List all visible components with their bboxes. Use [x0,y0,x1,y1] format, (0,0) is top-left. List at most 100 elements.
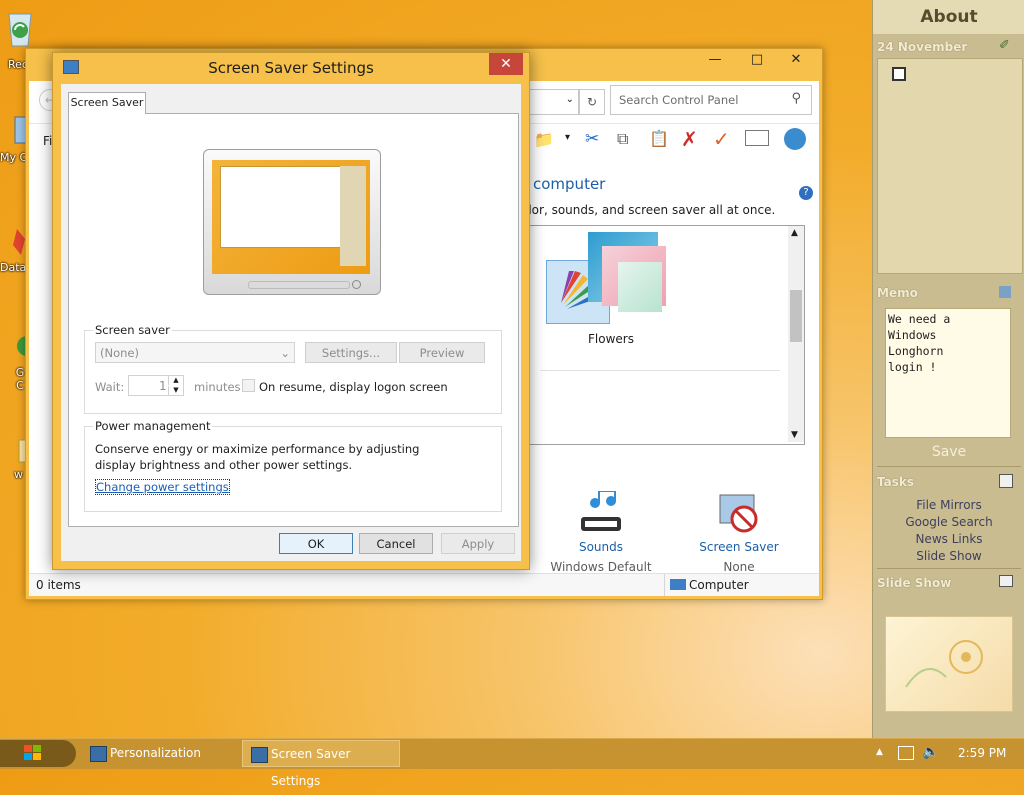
computer-icon [670,579,686,590]
search-icon: ⚲ [791,91,801,106]
group-label: Screen saver [93,323,172,337]
stepper-down-icon[interactable]: ▼ [168,386,183,395]
preview-window [220,166,342,248]
preview-button[interactable]: Preview [399,342,485,363]
close-button[interactable]: ✕ [489,53,523,75]
properties-icon[interactable] [745,130,769,146]
close-button[interactable]: ✕ [774,49,818,71]
sidebar: About 24 November ✐ Memo We need a Windo… [872,0,1024,738]
status-location: Computer [689,578,749,592]
apply-button[interactable]: Apply [441,533,515,554]
flower-icon [905,640,983,688]
screen-saver-group: Screen saver (None) ⌄ Settings... Previe… [84,323,502,414]
tasks-list: File Mirrors Google Search News Links Sl… [873,497,1024,565]
screen-saver-item[interactable]: Screen Saver None [699,491,779,574]
slideshow-icon[interactable] [999,575,1013,587]
chevron-down-icon[interactable]: ▾ [565,132,570,143]
scrollbar[interactable]: ▲ ▼ [788,226,804,442]
personalization-icon [90,746,107,762]
address-dropdown[interactable]: ⌄ [529,89,579,115]
memo-save-button[interactable]: Save [873,444,1024,460]
preview-screen [212,160,370,274]
show-hidden-icons-icon[interactable]: ▲ [876,747,883,757]
divider [877,466,1021,467]
settings-button[interactable]: Settings... [305,342,397,363]
search-input[interactable]: Search Control Panel [619,93,738,107]
desktop-icon-recycle-bin[interactable]: Rec [0,8,40,71]
menu-file[interactable]: Fi [43,134,52,148]
sounds-item[interactable]: Sounds Windows Default [550,490,652,574]
divider [877,568,1021,569]
globe-icon[interactable] [784,128,806,150]
copy-icon[interactable]: ⧉ [617,129,628,149]
taskbar-item-screen-saver-settings[interactable]: Screen Saver Settings [242,740,400,788]
sidebar-title: About [920,7,978,27]
sounds-label[interactable]: Sounds [561,540,641,554]
cancel-button[interactable]: Cancel [359,533,433,554]
screen-saver-none-icon [719,494,758,533]
theme-list[interactable]: Flowers ▲ ▼ [529,225,805,445]
screen-saver-label[interactable]: Screen Saver [689,540,789,554]
task-link[interactable]: News Links [873,531,1024,548]
windows-logo-icon [24,745,41,760]
resume-checkbox[interactable] [242,379,255,392]
power-description: Conserve energy or maximize performance … [95,442,420,472]
memo-textarea[interactable]: We need a Windows Longhorn login ! [885,308,1011,438]
task-link[interactable]: Slide Show [873,548,1024,565]
resume-label: On resume, display logon screen [259,380,448,394]
preview-sidebar [340,166,366,266]
divider [664,574,665,596]
chevron-down-icon: ⌄ [280,346,290,360]
status-item-count: 0 items [36,578,81,592]
screen-saver-settings-dialog[interactable]: Screen Saver Settings ✕ Screen Saver Scr… [52,52,530,570]
stepper-up-icon[interactable]: ▲ [168,376,183,385]
task-link[interactable]: File Mirrors [873,497,1024,514]
taskbar-item-personalization[interactable]: Personalization [82,740,238,767]
ok-button[interactable]: OK [279,533,353,554]
music-notes-icon [581,490,621,531]
search-box[interactable]: Search Control Panel ⚲ [610,85,812,115]
folder-up-icon[interactable]: 📁 [534,130,554,149]
theme-label: Flowers [588,332,634,346]
wait-value[interactable]: 1 [159,379,167,393]
sidebar-header: About [873,0,1024,34]
help-icon[interactable]: ? [799,186,813,200]
status-bar: 0 items Computer [29,573,819,596]
chevron-down-icon: ⌄ [565,94,574,105]
paste-icon[interactable]: 📋 [649,129,669,148]
scroll-up-icon[interactable]: ▲ [791,228,798,238]
screen-saver-select-value: (None) [100,346,139,360]
change-power-settings-link[interactable]: Change power settings [95,479,230,495]
tasks-icon[interactable] [999,474,1013,488]
sounds-value: Windows Default [550,560,652,574]
slideshow-image[interactable] [885,616,1013,712]
wait-stepper[interactable]: 1 ▲ ▼ [128,375,184,396]
cut-icon[interactable]: ✂ [585,129,599,149]
minimize-button[interactable]: — [700,49,730,71]
screen-saver-icon [251,747,268,763]
scroll-down-icon[interactable]: ▼ [791,430,798,440]
taskbar: Personalization Screen Saver Settings ▲ … [0,738,1024,788]
recycle-bin-icon [3,8,37,47]
volume-icon[interactable]: 🔈 [922,744,939,760]
calendar-marker-icon [892,67,906,81]
monitor-preview [203,149,381,295]
refresh-button[interactable]: ↻ [579,89,605,115]
group-label: Power management [93,419,213,433]
power-management-group: Power management Conserve energy or maxi… [84,419,502,512]
network-icon[interactable] [898,746,914,760]
checkmark-icon[interactable]: ✓ [713,127,730,151]
power-indicator-icon [352,280,361,289]
pin-icon[interactable]: ✐ [999,38,1010,53]
clock[interactable]: 2:59 PM [958,746,1006,760]
task-link[interactable]: Google Search [873,514,1024,531]
minutes-label: minutes [194,380,241,394]
delete-icon[interactable]: ✗ [681,127,698,151]
screen-saver-value: None [723,560,755,574]
maximize-button[interactable]: □ [742,49,772,71]
screen-saver-select[interactable]: (None) ⌄ [95,342,295,363]
start-button[interactable] [0,740,76,767]
scrollbar-thumb[interactable] [790,290,802,342]
memo-icon[interactable] [999,286,1011,298]
tab-screen-saver[interactable]: Screen Saver [68,92,146,114]
